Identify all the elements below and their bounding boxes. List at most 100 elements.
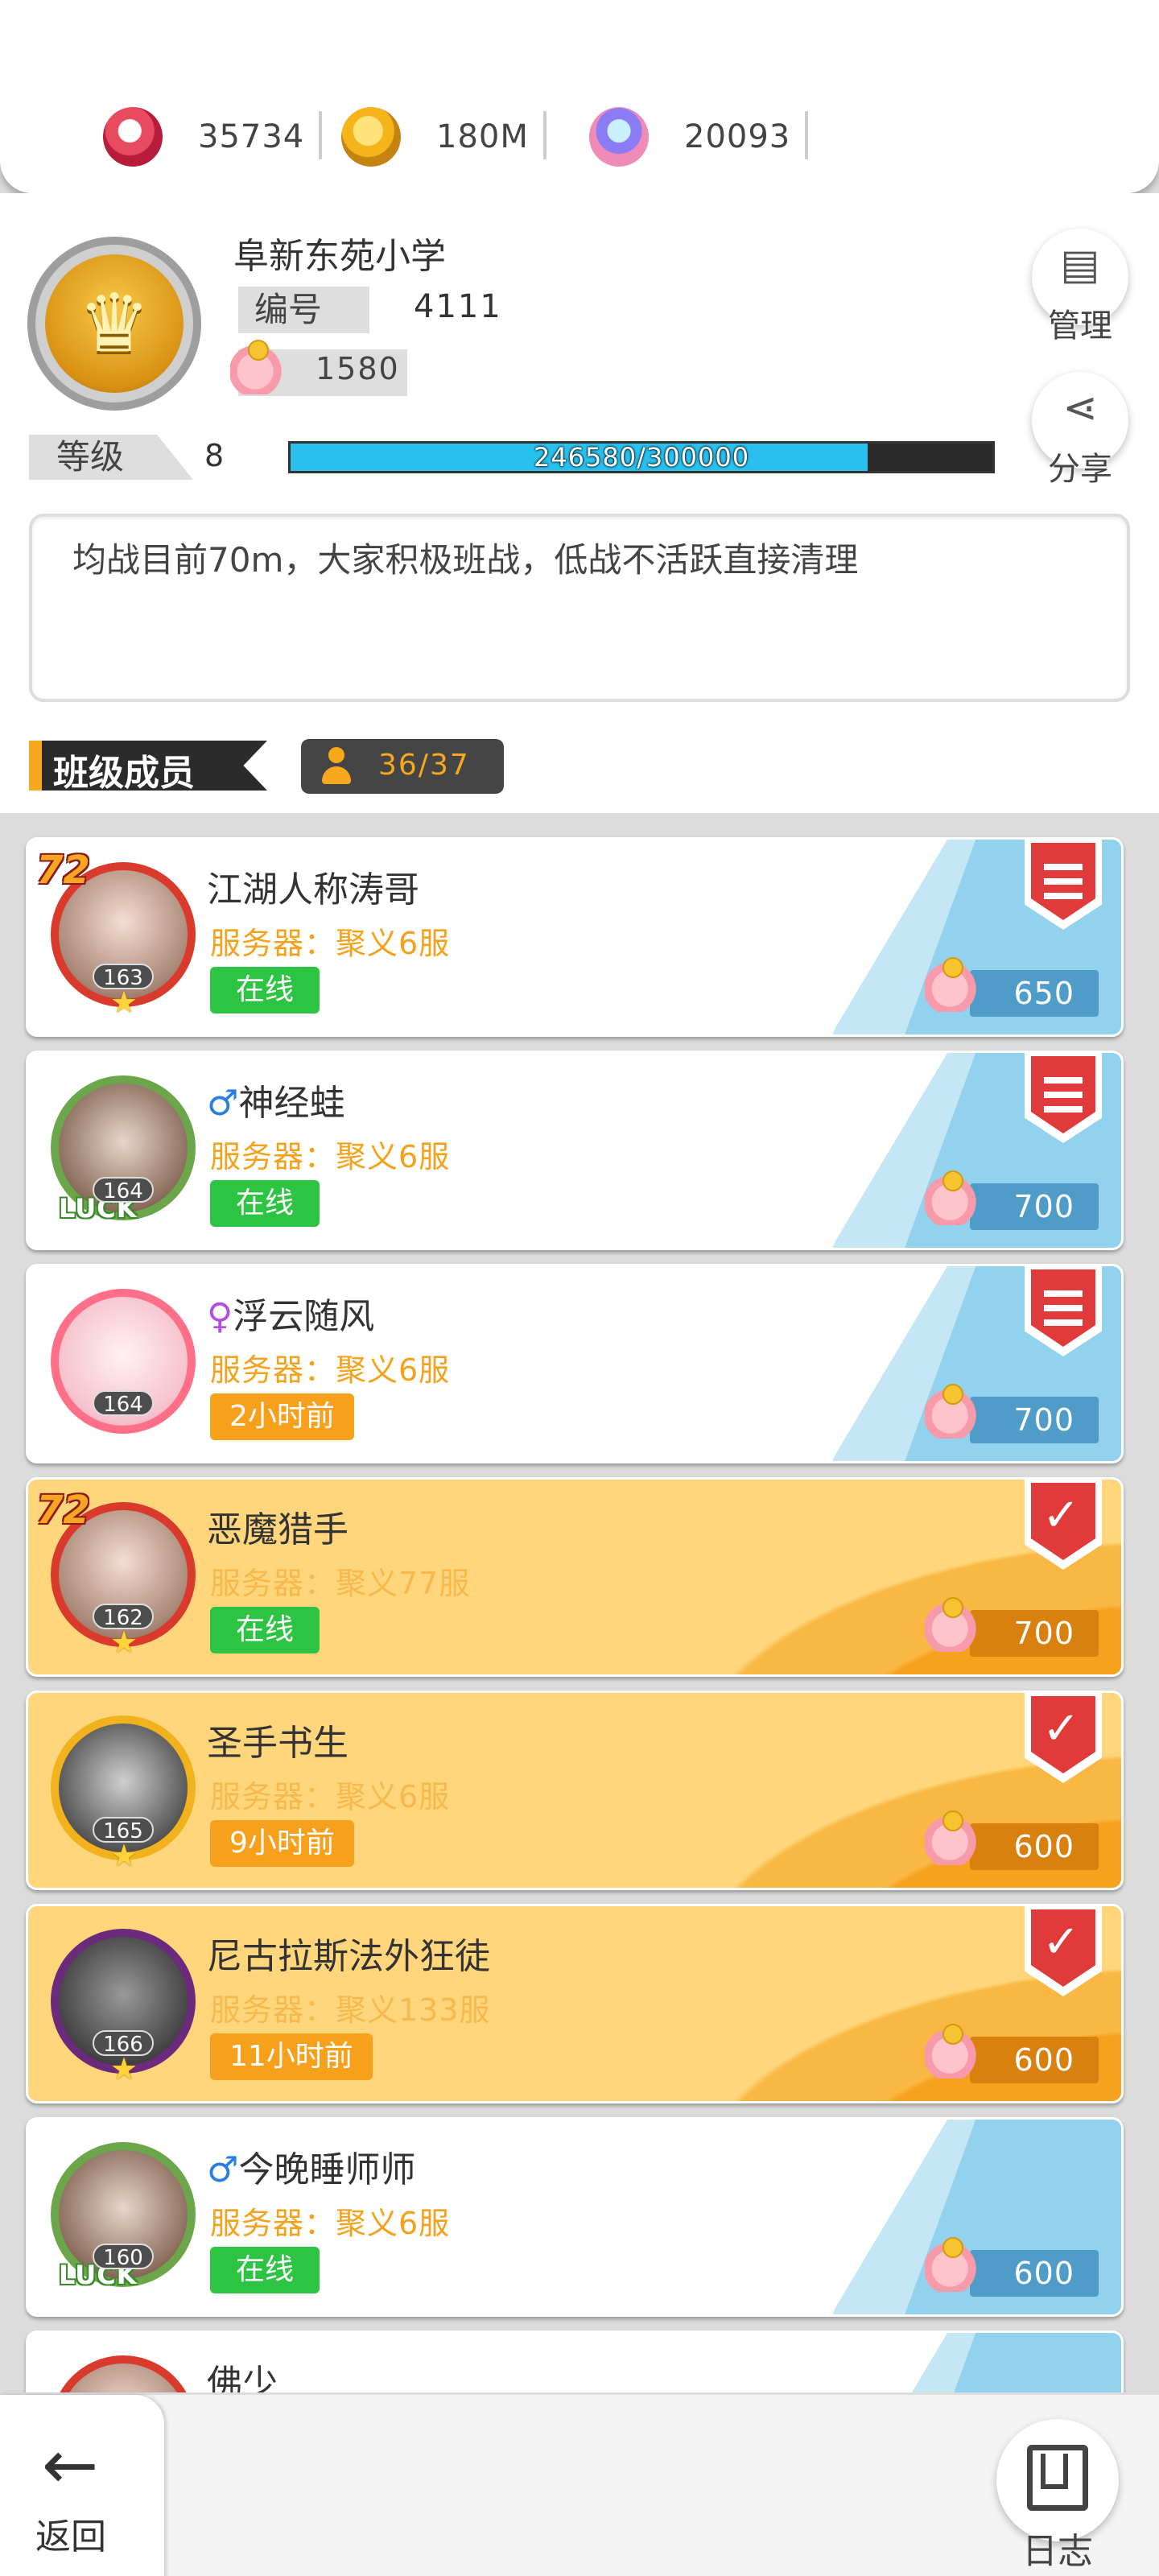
member-level: 164 xyxy=(93,1390,154,1417)
star-icon: ★ xyxy=(110,1624,138,1660)
coin-icon xyxy=(341,107,401,167)
star-icon: ★ xyxy=(110,2051,138,2087)
member-card[interactable]: LUCK 164 ♂神经蛙 服务器：聚义6服 在线 700 xyxy=(26,1051,1124,1250)
member-name-row: ♂今晚睡师师 xyxy=(207,2140,415,2192)
piggy-bank-icon xyxy=(925,1810,988,1865)
member-avatar[interactable]: 166 ★ xyxy=(36,1914,210,2088)
pig-value: 1580 xyxy=(316,351,400,386)
divider xyxy=(805,111,809,159)
share-icon: ⋖ xyxy=(1062,384,1098,432)
status-badge: 在线 xyxy=(210,2247,320,2293)
member-level: 160 xyxy=(93,2244,154,2270)
member-avatar[interactable]: 165 ★ xyxy=(36,1701,210,1875)
member-count-badge: 36/37 xyxy=(301,739,504,794)
status-badge: 2小时前 xyxy=(210,1393,354,1440)
crown-icon: ♛ xyxy=(78,276,151,370)
member-name-row: ♀浮云随风 xyxy=(207,1287,374,1339)
contribution: 700 xyxy=(925,1597,1099,1657)
gem-value: 20093 xyxy=(684,118,791,155)
contribution-value: 600 xyxy=(970,1823,1099,1870)
bottom-nav: ← 返回 日志 xyxy=(0,2392,1159,2576)
member-name: 恶魔猎手 xyxy=(207,1509,349,1550)
resource-ticket[interactable]: 35734 xyxy=(103,105,323,169)
member-server: 服务器：聚义133服 xyxy=(210,1992,491,2028)
contribution: 700 xyxy=(925,1384,1099,1443)
member-avatar[interactable]: 164 xyxy=(36,1274,210,1448)
member-count: 36/37 xyxy=(378,749,470,782)
member-server: 服务器：聚义77服 xyxy=(210,1566,471,1601)
member-server: 服务器：聚义6服 xyxy=(210,926,451,961)
log-button[interactable]: 日志 xyxy=(996,2419,1119,2572)
member-avatar[interactable]: 72 163 ★ xyxy=(36,848,210,1022)
experience-progress-bar: 246580/300000 xyxy=(288,441,995,473)
contribution: 600 xyxy=(925,2237,1099,2297)
share-label: 分享 xyxy=(1048,451,1112,488)
member-list[interactable]: 72 163 ★ 江湖人称涛哥 服务器：聚义6服 在线 650 LUCK 164 ♂神经蛙 服务器：… xyxy=(26,837,1124,2544)
member-card[interactable]: 72 163 ★ 江湖人称涛哥服务器：聚义6服在线 650 xyxy=(26,837,1124,1037)
star-icon: ★ xyxy=(110,1838,138,1873)
school-name: 阜新东苑小学 xyxy=(233,236,446,277)
back-label: 返回 xyxy=(35,2516,106,2557)
male-icon: ♂ xyxy=(207,1083,239,1124)
member-name-row: 恶魔猎手 xyxy=(207,1501,349,1552)
contribution-value: 600 xyxy=(970,2250,1099,2297)
contribution-value: 600 xyxy=(970,2037,1099,2083)
member-server: 服务器：聚义6服 xyxy=(210,1352,451,1388)
piggy-bank-icon xyxy=(925,957,988,1012)
back-arrow-icon: ← xyxy=(42,2425,99,2504)
contribution: 600 xyxy=(925,1810,1099,1870)
member-card[interactable]: 165★圣手书生服务器：聚义6服 9小时前 600 xyxy=(26,1690,1124,1890)
member-card[interactable]: 164 ♀浮云随风服务器：聚义6服 2小时前 700 xyxy=(26,1264,1124,1463)
log-label: 日志 xyxy=(1022,2531,1093,2572)
piggy-bank-icon xyxy=(925,2024,988,2079)
member-name: 圣手书生 xyxy=(207,1723,349,1764)
female-icon: ♀ xyxy=(207,1296,233,1337)
piggy-bank-icon xyxy=(925,1170,988,1225)
member-avatar[interactable]: 72 162 ★ xyxy=(36,1488,210,1662)
book-icon xyxy=(1027,2445,1088,2511)
member-name: 江湖人称涛哥 xyxy=(207,869,419,910)
male-icon: ♂ xyxy=(207,2149,239,2190)
members-title-text: 班级成员 xyxy=(53,753,195,794)
resource-bar: 35734 180M 20093 xyxy=(0,0,1159,193)
share-button[interactable]: ⋖ 分享 xyxy=(1032,372,1128,488)
manage-icon: ▤ xyxy=(1060,241,1100,289)
member-server: 服务器：聚义6服 xyxy=(210,2206,451,2241)
piggy-bank-icon xyxy=(230,340,293,394)
resource-gem[interactable]: 20093 xyxy=(589,105,809,169)
member-card[interactable]: LUCK 160 ♂今晚睡师师服务器：聚义6服在线 600 xyxy=(26,2117,1124,2317)
school-emblem: ♛ xyxy=(27,237,201,411)
member-card[interactable]: 166★尼古拉斯法外狂徒服务器：聚义133服 11小时前 600 xyxy=(26,1904,1124,2103)
members-section-title: 班级成员 xyxy=(29,741,267,791)
member-name-row: 江湖人称涛哥 xyxy=(207,861,419,912)
person-icon xyxy=(320,747,353,786)
level-value: 8 xyxy=(204,438,225,473)
contribution-value: 700 xyxy=(970,1183,1099,1230)
manage-button[interactable]: ▤ 管理 xyxy=(1032,229,1128,345)
member-avatar[interactable]: LUCK 164 xyxy=(36,1061,210,1235)
resource-coin[interactable]: 180M xyxy=(341,105,547,169)
star-icon: ★ xyxy=(110,985,138,1020)
coin-value: 180M xyxy=(436,118,529,155)
progress-text: 246580/300000 xyxy=(533,442,750,473)
member-server: 服务器：聚义6服 xyxy=(210,1139,451,1174)
rank-72-badge: 72 xyxy=(36,848,90,893)
member-card[interactable]: 72162★恶魔猎手服务器：聚义77服在线 700 xyxy=(26,1477,1124,1677)
status-badge: 11小时前 xyxy=(210,2033,373,2080)
divider xyxy=(319,111,323,159)
member-name: 神经蛙 xyxy=(238,1083,345,1124)
manage-label: 管理 xyxy=(1048,308,1112,345)
member-avatar[interactable]: LUCK 160 xyxy=(36,2128,210,2301)
status-badge: 在线 xyxy=(210,967,320,1013)
contribution: 650 xyxy=(925,957,1099,1017)
rank-72-badge: 72 xyxy=(36,1488,90,1533)
contribution-value: 700 xyxy=(970,1397,1099,1443)
back-button[interactable]: ← 返回 xyxy=(0,2395,164,2576)
announcement-box: 均战目前70m，大家积极班战，低战不活跃直接清理 xyxy=(29,514,1130,702)
member-name: 浮云随风 xyxy=(233,1296,375,1337)
member-name: 今晚睡师师 xyxy=(238,2149,416,2190)
member-name: 尼古拉斯法外狂徒 xyxy=(207,1936,490,1977)
announcement-text: 均战目前70m，大家积极班战，低战不活跃直接清理 xyxy=(72,540,859,580)
status-badge: 在线 xyxy=(210,1607,320,1653)
school-id: 4111 xyxy=(414,288,502,325)
